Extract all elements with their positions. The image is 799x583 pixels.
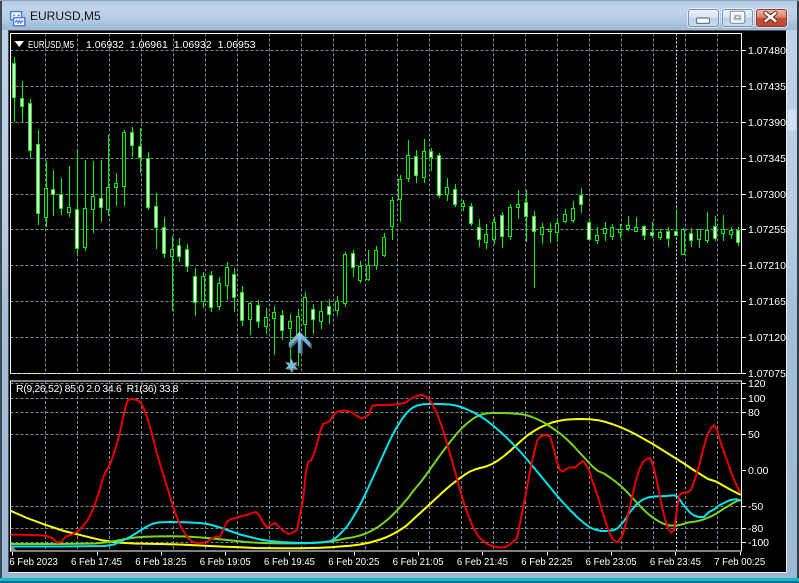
svg-text:6 Feb 22:25: 6 Feb 22:25 bbox=[521, 556, 572, 568]
svg-text:1.06932 1.06961 1.06932 1.0695: 1.06932 1.06961 1.06932 1.06953 bbox=[86, 39, 256, 51]
svg-text:6 Feb 21:05: 6 Feb 21:05 bbox=[393, 556, 444, 568]
svg-text:6 Feb 19:05: 6 Feb 19:05 bbox=[200, 556, 251, 568]
svg-text:1.07255: 1.07255 bbox=[748, 224, 786, 236]
svg-text:-100: -100 bbox=[748, 537, 769, 549]
svg-text:6 Feb 20:25: 6 Feb 20:25 bbox=[328, 556, 379, 568]
svg-text:1.07345: 1.07345 bbox=[748, 153, 786, 165]
svg-text:50: 50 bbox=[748, 429, 760, 441]
svg-text:100: 100 bbox=[748, 393, 766, 405]
svg-text:1.07120: 1.07120 bbox=[748, 332, 786, 344]
svg-text:6 Feb 23:05: 6 Feb 23:05 bbox=[586, 556, 637, 568]
svg-text:1.07210: 1.07210 bbox=[748, 260, 786, 272]
svg-text:1.07435: 1.07435 bbox=[748, 81, 786, 93]
svg-text:6 Feb 18:25: 6 Feb 18:25 bbox=[135, 556, 186, 568]
svg-text:6 Feb 21:45: 6 Feb 21:45 bbox=[457, 556, 508, 568]
svg-text:1.07165: 1.07165 bbox=[748, 296, 786, 308]
svg-text:R(9,26,52) 85.0 2.0 34.6 R1(3: R(9,26,52) 85.0 2.0 34.6 R1(36) 33.8 bbox=[16, 383, 179, 395]
svg-text:-50: -50 bbox=[748, 501, 763, 513]
svg-text:1.07390: 1.07390 bbox=[748, 117, 786, 129]
svg-text:1.07300: 1.07300 bbox=[748, 189, 786, 201]
svg-text:1.07480: 1.07480 bbox=[748, 45, 786, 57]
svg-text:120: 120 bbox=[748, 378, 766, 390]
svg-text:0.00: 0.00 bbox=[748, 465, 769, 477]
svg-text:7 Feb 00:25: 7 Feb 00:25 bbox=[714, 556, 765, 568]
svg-text:-80: -80 bbox=[748, 523, 763, 535]
svg-text:EURUSD,M5: EURUSD,M5 bbox=[28, 39, 74, 51]
svg-text:6 Feb 19:45: 6 Feb 19:45 bbox=[264, 556, 315, 568]
svg-text:6 Feb 23:45: 6 Feb 23:45 bbox=[650, 556, 701, 568]
svg-text:6 Feb 17:45: 6 Feb 17:45 bbox=[71, 556, 122, 568]
svg-text:6 Feb 2023: 6 Feb 2023 bbox=[9, 556, 58, 568]
svg-text:80: 80 bbox=[748, 407, 760, 419]
